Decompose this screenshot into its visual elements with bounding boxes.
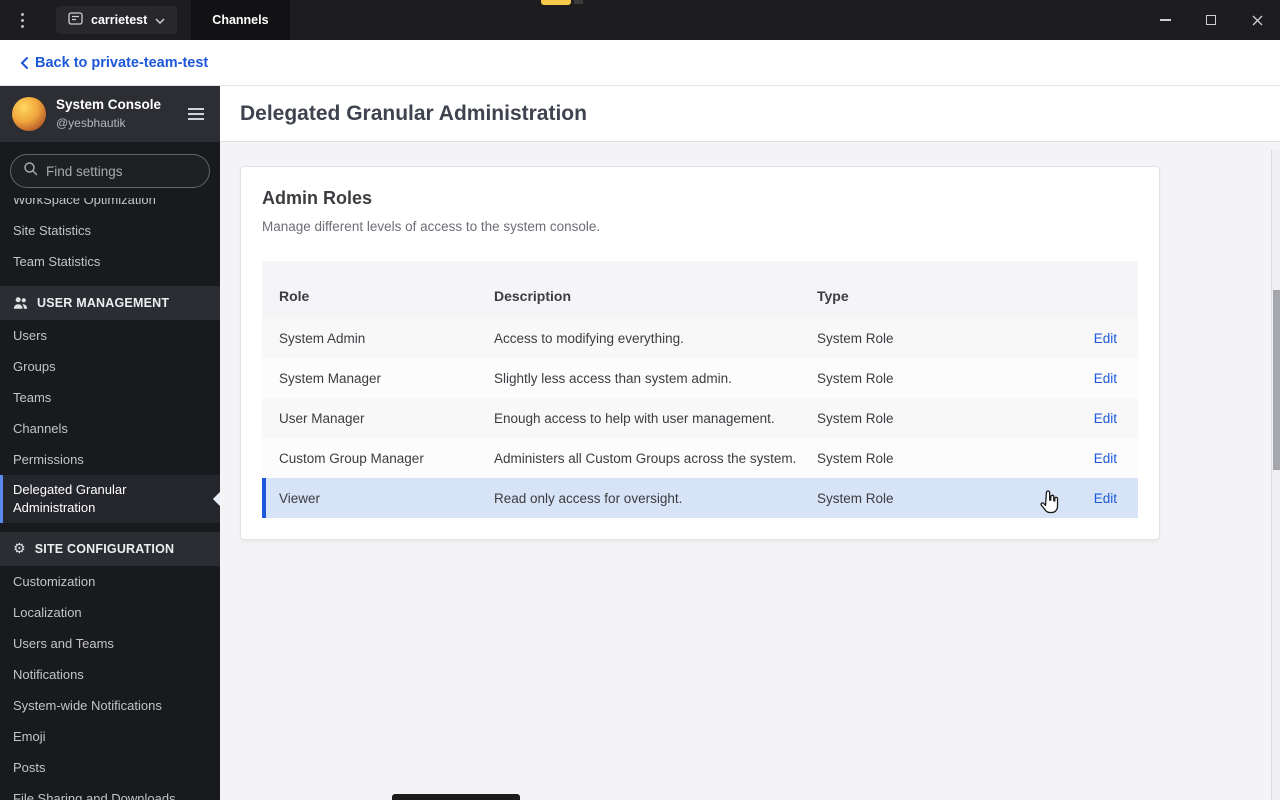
sidebar-item-users[interactable]: Users: [0, 320, 220, 351]
console-title: System Console: [56, 97, 162, 112]
minimize-button[interactable]: [1142, 0, 1188, 40]
edit-link[interactable]: Edit: [1094, 411, 1117, 426]
back-link[interactable]: Back to private-team-test: [20, 55, 208, 71]
chevron-left-icon: [20, 56, 28, 69]
sidebar-item-system-wide-notifications[interactable]: System-wide Notifications: [0, 690, 220, 721]
sidebar-item-groups[interactable]: Groups: [0, 351, 220, 382]
page-title: Delegated Granular Administration: [240, 101, 587, 125]
scrollbar-thumb[interactable]: [1273, 290, 1280, 470]
cell-role: Viewer: [279, 490, 321, 506]
table-row: System Manager Slightly less access than…: [262, 358, 1138, 398]
search-input[interactable]: [46, 163, 196, 179]
avatar[interactable]: [12, 97, 46, 131]
sidebar-item-customization[interactable]: Customization: [0, 566, 220, 597]
column-header-role: Role: [279, 288, 310, 304]
section-label: USER MANAGEMENT: [37, 296, 170, 310]
cell-role: User Manager: [279, 410, 365, 426]
screen-share-indicator: [541, 0, 571, 5]
sidebar-item-teams[interactable]: Teams: [0, 382, 220, 413]
sidebar-item-file-sharing-and-downloads[interactable]: File Sharing and Downloads: [0, 783, 220, 800]
cell-role: System Manager: [279, 370, 382, 386]
system-console-sidebar: System Console @yesbhautik WorkSpace Opt…: [0, 86, 220, 800]
taskbar-peek: [392, 794, 520, 800]
kebab-icon: [20, 12, 24, 28]
app-menu-button[interactable]: [0, 0, 44, 40]
sidebar-search: [0, 142, 220, 198]
edit-link[interactable]: Edit: [1094, 451, 1117, 466]
team-name: carrietest: [91, 13, 148, 27]
column-header-description: Description: [494, 288, 572, 304]
cell-description: Administers all Custom Groups across the…: [494, 450, 797, 466]
sidebar-item-channels[interactable]: Channels: [0, 413, 220, 444]
screen-share-indicator-dot: [574, 0, 583, 4]
edit-link[interactable]: Edit: [1094, 371, 1117, 386]
edit-link[interactable]: Edit: [1094, 331, 1117, 346]
section-label: SITE CONFIGURATION: [34, 542, 175, 556]
table-row: User Manager Enough access to help with …: [262, 398, 1138, 438]
window-titlebar: carrietest Channels: [0, 0, 1280, 40]
selected-item-notch: [212, 491, 220, 507]
sidebar-item-emoji[interactable]: Emoji: [0, 721, 220, 752]
main-content: Delegated Granular Administration Admin …: [220, 86, 1280, 800]
maximize-button[interactable]: [1188, 0, 1234, 40]
sidebar-item-localization[interactable]: Localization: [0, 597, 220, 628]
admin-roles-card: Admin Roles Manage different levels of a…: [240, 166, 1160, 540]
cell-description: Slightly less access than system admin.: [494, 370, 732, 386]
menu-icon[interactable]: [184, 104, 208, 124]
close-button[interactable]: [1234, 0, 1280, 40]
tab-channels[interactable]: Channels: [191, 0, 290, 40]
back-bar: Back to private-team-test: [0, 40, 1280, 86]
maximize-icon: [1206, 15, 1216, 25]
cell-description: Access to modifying everything.: [494, 330, 684, 346]
sidebar-item-workspace-optimization[interactable]: WorkSpace Optimization: [0, 198, 220, 215]
table-row-highlighted: Viewer Read only access for oversight. S…: [262, 478, 1138, 518]
card-header: Admin Roles Manage different levels of a…: [241, 167, 1159, 261]
users-icon: [13, 296, 28, 310]
cell-description: Enough access to help with user manageme…: [494, 410, 775, 426]
sidebar-item-posts[interactable]: Posts: [0, 752, 220, 783]
team-icon: [68, 12, 83, 28]
section-site-configuration: ⚙ SITE CONFIGURATION: [0, 532, 220, 566]
cell-type: System Role: [817, 450, 894, 466]
content-header: Delegated Granular Administration: [220, 86, 1280, 142]
edit-link[interactable]: Edit: [1094, 491, 1117, 506]
table-row: Custom Group Manager Administers all Cus…: [262, 438, 1138, 478]
sidebar-header: System Console @yesbhautik: [0, 86, 220, 142]
table-row: System Admin Access to modifying everyth…: [262, 318, 1138, 358]
app-window: carrietest Channels Back to private-team…: [0, 0, 1280, 800]
sidebar-item-site-statistics[interactable]: Site Statistics: [0, 215, 220, 246]
sidebar-item-users-and-teams[interactable]: Users and Teams: [0, 628, 220, 659]
gear-icon: ⚙: [13, 541, 26, 557]
cell-description: Read only access for oversight.: [494, 490, 683, 506]
cell-type: System Role: [817, 370, 894, 386]
content-body: Admin Roles Manage different levels of a…: [220, 142, 1280, 564]
sidebar-item-label: Delegated Granular Administration: [13, 482, 127, 515]
window-controls: [1142, 0, 1280, 40]
admin-roles-table: Role Description Type System Admin Acces…: [262, 261, 1138, 518]
team-switcher-button[interactable]: carrietest: [56, 6, 178, 34]
chevron-down-icon: [155, 13, 165, 27]
sidebar-item-permissions[interactable]: Permissions: [0, 444, 220, 475]
cell-role: Custom Group Manager: [279, 450, 424, 466]
search-icon: [23, 161, 38, 181]
cell-type: System Role: [817, 410, 894, 426]
cell-type: System Role: [817, 490, 894, 506]
sidebar-nav: WorkSpace Optimization Site Statistics T…: [0, 198, 220, 800]
back-link-label: Back to private-team-test: [35, 54, 209, 71]
column-header-type: Type: [817, 288, 849, 304]
sidebar-item-team-statistics[interactable]: Team Statistics: [0, 246, 220, 277]
cell-role: System Admin: [279, 330, 366, 346]
cell-type: System Role: [817, 330, 894, 346]
console-username: @yesbhautik: [56, 116, 126, 130]
vertical-scrollbar[interactable]: [1271, 150, 1280, 800]
section-user-management: USER MANAGEMENT: [0, 286, 220, 320]
tab-channels-label: Channels: [212, 13, 269, 27]
sidebar-item-delegated-granular-administration[interactable]: Delegated Granular Administration: [0, 475, 220, 523]
table-header-row: Role Description Type: [262, 261, 1138, 318]
card-subtitle: Manage different levels of access to the…: [262, 219, 601, 234]
minimize-icon: [1159, 19, 1171, 21]
sidebar-item-notifications[interactable]: Notifications: [0, 659, 220, 690]
close-icon: [1252, 15, 1262, 25]
card-title: Admin Roles: [262, 188, 373, 208]
